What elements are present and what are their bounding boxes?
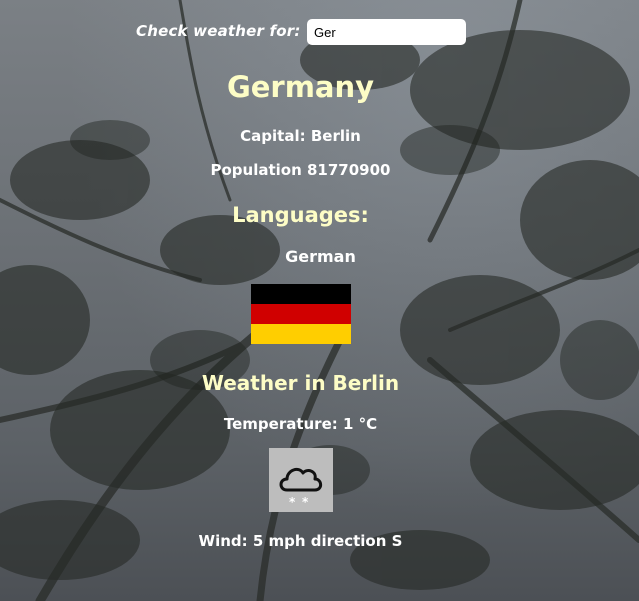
flag-stripe-gold xyxy=(251,324,351,344)
population-text: Population 81770900 xyxy=(210,161,391,179)
search-label: Check weather for: xyxy=(136,22,301,40)
country-search-input[interactable] xyxy=(307,19,466,45)
cloud-snow-icon: * * xyxy=(269,448,333,512)
weather-heading: Weather in Berlin xyxy=(201,371,400,395)
search-row: Check weather for: xyxy=(0,19,639,46)
wind-text: Wind: 5 mph direction S xyxy=(198,532,403,550)
language-item: German xyxy=(285,247,356,266)
country-weather-panel: Check weather for: Germany Capital: Berl… xyxy=(0,0,639,601)
country-flag xyxy=(251,284,351,344)
flag-stripe-black xyxy=(251,284,351,304)
capital-text: Capital: Berlin xyxy=(240,127,361,145)
languages-heading: Languages: xyxy=(232,203,369,227)
temperature-text: Temperature: 1 °C xyxy=(223,415,378,433)
flag-stripe-red xyxy=(251,304,351,324)
svg-text:*: * xyxy=(302,495,309,509)
languages-list: German xyxy=(0,247,639,267)
country-name: Germany xyxy=(226,70,375,104)
svg-text:*: * xyxy=(289,495,296,509)
